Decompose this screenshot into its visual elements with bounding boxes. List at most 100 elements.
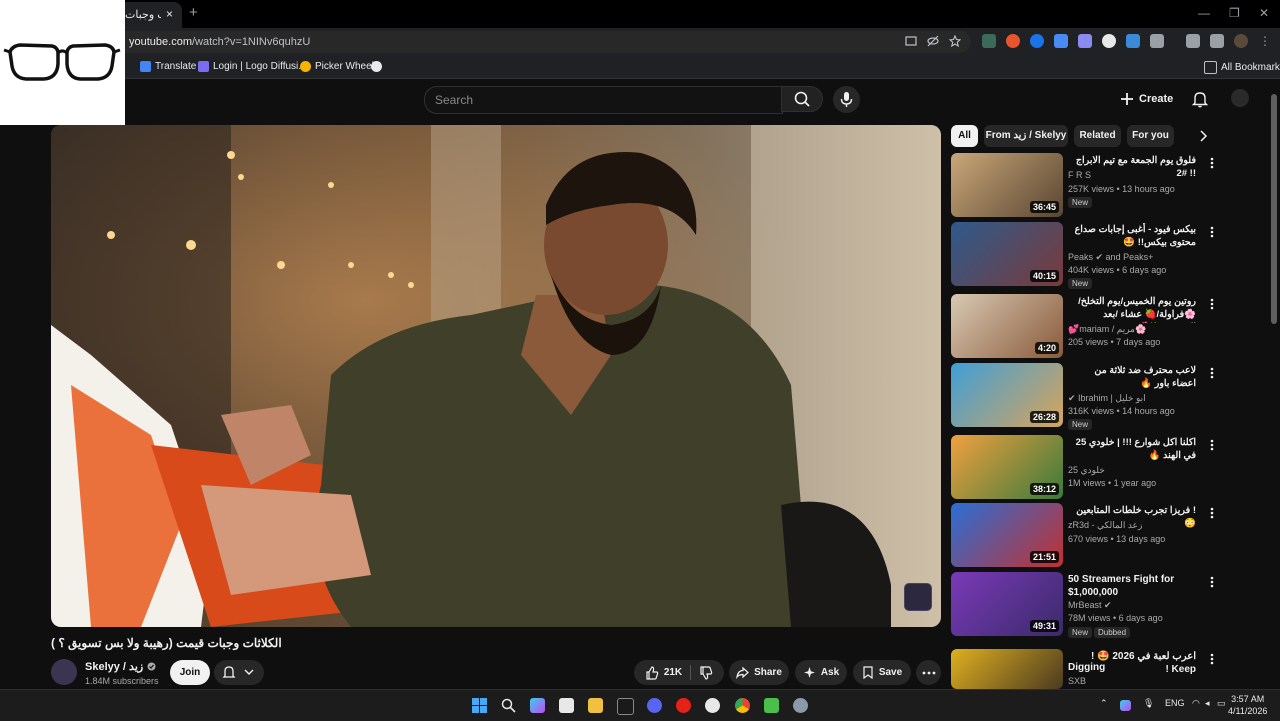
volume-icon[interactable]: ◂	[1205, 698, 1210, 709]
more-vert-icon[interactable]	[1210, 157, 1214, 169]
browser-tab[interactable]: قيمت وجبات ×	[118, 2, 182, 28]
video-thumbnail[interactable]: 36:45	[951, 153, 1063, 217]
recommendation-title-line2[interactable]: Digging	[1068, 662, 1105, 673]
recommendation-title[interactable]: لاعب محترف ضد ثلاثة من اعضاء باور 🔥	[1068, 364, 1196, 390]
video-player[interactable]	[51, 125, 941, 627]
search-input[interactable]: Search	[424, 86, 783, 114]
minimize-icon[interactable]: —	[1198, 6, 1210, 20]
restore-icon[interactable]: ❐	[1229, 6, 1240, 20]
more-vert-icon[interactable]	[1210, 226, 1214, 238]
recommendation-item[interactable]: 26:28 لاعب محترف ضد ثلاثة من اعضاء باور …	[951, 363, 1231, 430]
browser-menu-icon[interactable]: ⋮	[1258, 34, 1272, 48]
channel-watermark[interactable]	[904, 583, 932, 611]
github-icon[interactable]	[705, 698, 720, 713]
settings-gear-icon[interactable]	[793, 698, 808, 713]
more-vert-icon[interactable]	[1210, 653, 1214, 665]
recommendation-channel[interactable]: zR3d - زعد المالكي	[1068, 520, 1142, 531]
extensions-puzzle-icon[interactable]	[1150, 34, 1164, 48]
youtube-app-icon[interactable]	[676, 698, 691, 713]
more-vert-icon[interactable]	[1210, 439, 1214, 451]
recommendation-title[interactable]: اكلنا اكل شوارع !!! | خلودي 25 في الهند …	[1068, 436, 1196, 462]
thumbs-up-icon[interactable]	[645, 665, 659, 680]
recommendation-title[interactable]: بيكس فيود - أغبى إجابات صداع محتوى بيكس!…	[1068, 223, 1196, 249]
recommendation-channel[interactable]: Peaks ✔ and Peaks+	[1068, 252, 1153, 263]
extension-openai-icon[interactable]	[1102, 34, 1116, 48]
extension-tool-icon[interactable]	[1078, 34, 1092, 48]
recommendation-item[interactable]: 4:20 روتين يوم الخميس/يوم التخلخ/🌸فراولة…	[951, 294, 1231, 360]
subscription-bell-button[interactable]	[214, 660, 264, 685]
taskbar-search-icon[interactable]	[501, 698, 516, 713]
capcut-icon[interactable]	[617, 698, 634, 715]
ask-button[interactable]: Ask	[795, 660, 847, 685]
chip-all[interactable]: All	[951, 125, 978, 147]
reading-list-icon[interactable]	[1210, 34, 1224, 48]
save-button[interactable]: Save	[853, 660, 911, 685]
bookmark-star-icon[interactable]	[949, 35, 961, 47]
tray-mic-icon[interactable]: 🎙	[1143, 698, 1154, 709]
system-clock[interactable]: 3:57 AM 4/11/2026	[1228, 693, 1267, 717]
recommendation-item[interactable]: 40:15 بيكس فيود - أغبى إجابات صداع محتوى…	[951, 222, 1231, 289]
channel-avatar[interactable]	[51, 659, 77, 685]
recommendation-channel[interactable]: خلودي 25	[1068, 465, 1105, 476]
more-vert-icon[interactable]	[1210, 298, 1214, 310]
download-icon[interactable]	[1186, 34, 1200, 48]
recommendation-item[interactable]: 38:12 اكلنا اكل شوارع !!! | خلودي 25 في …	[951, 435, 1231, 501]
thumbs-down-icon[interactable]	[699, 665, 713, 680]
video-thumbnail[interactable]: 26:28	[951, 363, 1063, 427]
copilot-icon[interactable]	[530, 698, 545, 713]
video-thumbnail[interactable]: 49:31	[951, 572, 1063, 636]
more-vert-icon[interactable]	[1210, 367, 1214, 379]
bookmark-globe[interactable]	[371, 61, 382, 72]
extension-audio-icon[interactable]	[1126, 34, 1140, 48]
account-avatar[interactable]	[1231, 89, 1249, 107]
windows-start-icon[interactable]	[472, 698, 487, 713]
voice-search-button[interactable]	[833, 86, 860, 113]
extension-fire-icon[interactable]	[1006, 34, 1020, 48]
notifications-button[interactable]	[1192, 90, 1208, 108]
recommendation-channel[interactable]: SXB	[1068, 676, 1086, 686]
extension-glasses-icon[interactable]	[982, 34, 996, 48]
cast-icon[interactable]	[905, 35, 917, 47]
join-button[interactable]: Join	[170, 660, 210, 685]
recommendation-item[interactable]: 21:51 ! فريزا تجرب خلطات المتابعين 😳 zR3…	[951, 503, 1231, 569]
bookmark-picker-wheel[interactable]: Picker Wheel	[300, 61, 374, 72]
discord-icon[interactable]	[647, 698, 662, 713]
tray-chevron-icon[interactable]: ⌃	[1100, 698, 1108, 709]
tab-close-icon[interactable]: ×	[166, 7, 173, 21]
recommendation-item[interactable]: اعرب لعبة في 2026 🤩 ! Keep ! Digging SXB	[951, 649, 1231, 689]
bookmark-logo-diffusion[interactable]: Login | Logo Diffusi...	[198, 61, 307, 72]
recommendation-title[interactable]: 50 Streamers Fight for $1,000,000	[1068, 573, 1196, 599]
close-window-icon[interactable]: ✕	[1259, 6, 1269, 20]
video-thumbnail[interactable]: 4:20	[951, 294, 1063, 358]
address-bar[interactable]: youtube.com/watch?v=1NINv6quhzU	[115, 31, 971, 53]
bookmark-translate[interactable]: Translate	[140, 61, 196, 72]
profile-avatar[interactable]	[1234, 34, 1248, 48]
create-button[interactable]: Create	[1120, 87, 1173, 111]
more-actions-button[interactable]	[916, 660, 941, 685]
more-vert-icon[interactable]	[1210, 576, 1214, 588]
chrome-icon[interactable]	[735, 698, 750, 713]
extension-blue-circle-icon[interactable]	[1030, 34, 1044, 48]
eye-off-icon[interactable]	[927, 35, 939, 47]
wifi-icon[interactable]: ◠	[1192, 698, 1200, 709]
recommendation-channel[interactable]: F R S	[1068, 170, 1091, 180]
chips-next-button[interactable]	[1197, 128, 1209, 144]
recommendation-title[interactable]: روتين يوم الخميس/يوم التخلخ/🌸فراولة/🍓 عش…	[1068, 295, 1196, 323]
recommendation-channel[interactable]: ✔ Ibrahim | ابو خليل	[1068, 393, 1146, 404]
all-bookmarks-folder[interactable]: All Bookmarks	[1204, 61, 1280, 74]
chip-for-you[interactable]: For you	[1127, 125, 1174, 147]
new-tab-button[interactable]: +	[189, 4, 198, 21]
extension-shield-icon[interactable]	[1054, 34, 1068, 48]
recommendation-item[interactable]: 49:31 50 Streamers Fight for $1,000,000 …	[951, 572, 1231, 638]
share-button[interactable]: Share	[729, 660, 789, 685]
video-thumbnail[interactable]: 21:51	[951, 503, 1063, 567]
page-scrollbar[interactable]	[1271, 94, 1277, 324]
file-explorer-icon[interactable]	[588, 698, 603, 713]
video-thumbnail[interactable]: 40:15	[951, 222, 1063, 286]
search-button[interactable]	[781, 86, 823, 112]
recommendation-channel[interactable]: MrBeast ✔	[1068, 600, 1112, 611]
battery-icon[interactable]: ▭	[1217, 698, 1226, 709]
store-icon[interactable]	[559, 698, 574, 713]
chip-from-channel[interactable]: From زيد / Skelyy	[984, 125, 1068, 147]
chip-related[interactable]: Related	[1074, 125, 1121, 147]
